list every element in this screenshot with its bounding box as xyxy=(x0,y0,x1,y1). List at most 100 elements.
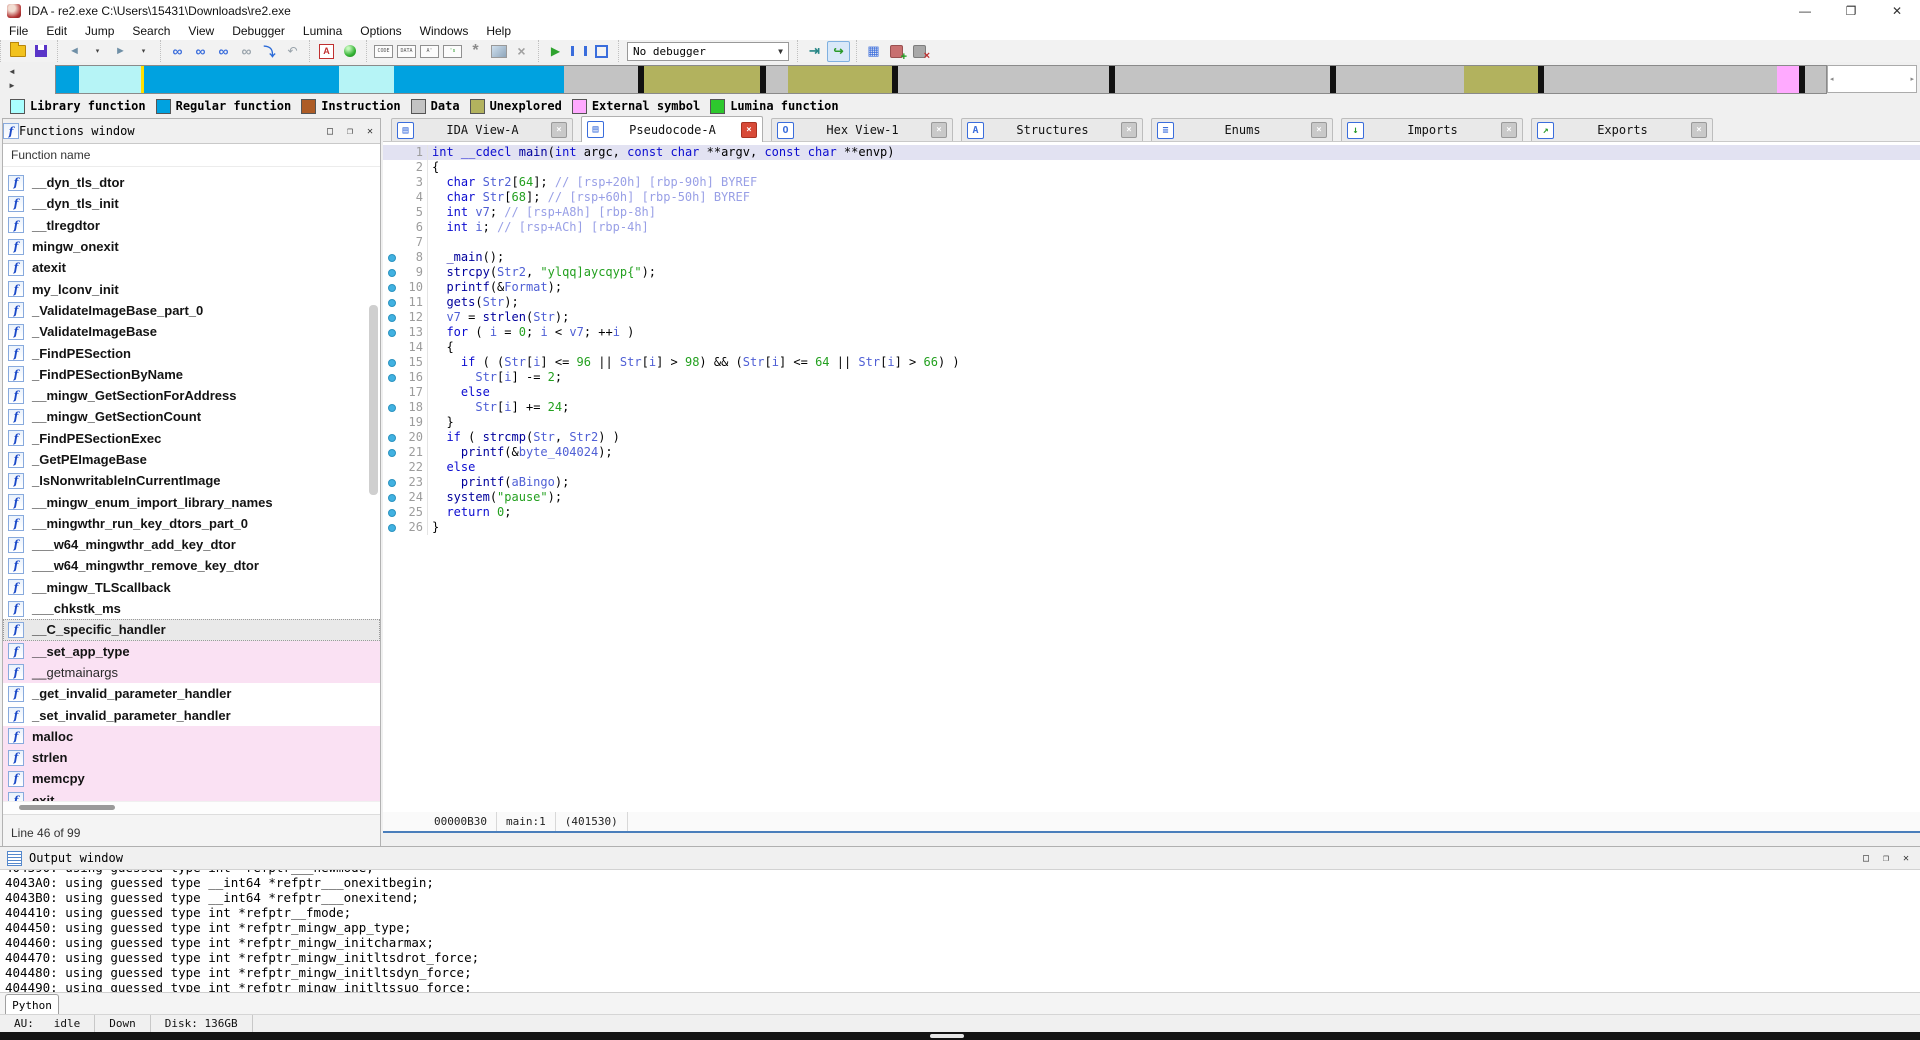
breakpoint-dot[interactable] xyxy=(388,479,396,487)
function-row[interactable]: f__C_specific_handler xyxy=(3,619,380,640)
breakpoint-dot[interactable] xyxy=(388,299,396,307)
breakpoint-gutter[interactable] xyxy=(383,235,400,250)
breakpoint-gutter[interactable] xyxy=(383,340,400,355)
jump-address-icon[interactable]: ⤵ xyxy=(259,42,280,61)
function-row[interactable]: fmy_lconv_init xyxy=(3,278,380,299)
menu-item-help[interactable]: Help xyxy=(477,24,520,38)
tab-close-icon[interactable]: × xyxy=(1501,122,1517,138)
tab-close-icon[interactable]: × xyxy=(1691,122,1707,138)
back-icon[interactable]: ◄ xyxy=(64,42,85,61)
breakpoint-gutter[interactable] xyxy=(383,205,400,220)
minimize-button[interactable]: — xyxy=(1782,0,1828,22)
function-row[interactable]: fstrlen xyxy=(3,747,380,768)
step-into-icon[interactable]: ⇥ xyxy=(804,42,825,61)
open-subviews-icon[interactable]: ▦ xyxy=(863,42,884,61)
tab-close-icon[interactable]: × xyxy=(1121,122,1137,138)
make-code-icon[interactable]: CODE xyxy=(373,42,394,61)
code-line[interactable]: 10 printf(&Format); xyxy=(383,280,1920,295)
function-row[interactable]: f_FindPESectionExec xyxy=(3,428,380,449)
search-value-icon[interactable]: ∞ xyxy=(213,42,234,61)
band-scroll-right-icon[interactable]: ► xyxy=(8,81,16,90)
debugger-select[interactable]: No debugger▼ xyxy=(627,42,789,61)
python-cli-tab[interactable]: Python xyxy=(5,994,59,1015)
forward-menu-icon[interactable]: ▾ xyxy=(133,42,154,61)
output-log[interactable]: 404390: using guessed type int *refptr__… xyxy=(0,870,1920,992)
menu-item-view[interactable]: View xyxy=(179,24,223,38)
function-row[interactable]: f_GetPEImageBase xyxy=(3,449,380,470)
code-line[interactable]: 16 Str[i] -= 2; xyxy=(383,370,1920,385)
function-row[interactable]: f__mingw_GetSectionCount xyxy=(3,406,380,427)
code-line[interactable]: 14 { xyxy=(383,340,1920,355)
debug-stop-icon[interactable] xyxy=(591,42,612,61)
menu-item-lumina[interactable]: Lumina xyxy=(294,24,351,38)
make-string-icon[interactable]: A' xyxy=(419,42,440,61)
lumina-discard-icon[interactable] xyxy=(909,42,930,61)
breakpoint-gutter[interactable] xyxy=(383,505,400,520)
horizontal-scrollbar[interactable] xyxy=(3,801,380,814)
panel-maximize-icon[interactable]: □ xyxy=(320,121,340,141)
function-row[interactable]: f__mingw_GetSectionForAddress xyxy=(3,385,380,406)
function-row[interactable]: f__dyn_tls_init xyxy=(3,193,380,214)
make-image-icon[interactable] xyxy=(488,42,509,61)
function-row[interactable]: f___chkstk_ms xyxy=(3,598,380,619)
function-row[interactable]: f_get_invalid_parameter_handler xyxy=(3,683,380,704)
function-name-column-header[interactable]: Function name xyxy=(3,144,380,167)
code-line[interactable]: 6 int i; // [rsp+ACh] [rbp-4h] xyxy=(383,220,1920,235)
code-line[interactable]: 26} xyxy=(383,520,1920,535)
function-row[interactable]: f___w64_mingwthr_add_key_dtor xyxy=(3,534,380,555)
function-row[interactable]: f_ValidateImageBase xyxy=(3,321,380,342)
tab-ida-view[interactable]: ▤IDA View-A× xyxy=(391,118,573,141)
function-row[interactable]: f__getmainargs xyxy=(3,662,380,683)
pseudocode-view[interactable]: 1int __cdecl main(int argc, const char *… xyxy=(383,142,1920,815)
code-line[interactable]: 20 if ( strcmp(Str, Str2) ) xyxy=(383,430,1920,445)
breakpoint-gutter[interactable] xyxy=(383,370,400,385)
code-line[interactable]: 22 else xyxy=(383,460,1920,475)
menu-item-debugger[interactable]: Debugger xyxy=(223,24,294,38)
code-line[interactable]: 15 if ( (Str[i] <= 96 || Str[i] > 98) &&… xyxy=(383,355,1920,370)
horizontal-scrollbar-thumb[interactable] xyxy=(19,805,115,810)
menu-item-windows[interactable]: Windows xyxy=(411,24,478,38)
function-row[interactable]: f_set_invalid_parameter_handler xyxy=(3,704,380,725)
maximize-button[interactable]: ❐ xyxy=(1828,0,1874,22)
code-line[interactable]: 8 _main(); xyxy=(383,250,1920,265)
tab-hex-view[interactable]: OHex View-1× xyxy=(771,118,953,141)
function-row[interactable]: f_ValidateImageBase_part_0 xyxy=(3,300,380,321)
function-row[interactable]: f__mingw_TLScallback xyxy=(3,577,380,598)
function-row[interactable]: fmalloc xyxy=(3,726,380,747)
make-anterior-icon[interactable]: * xyxy=(465,42,486,61)
tab-close-icon[interactable]: × xyxy=(551,122,567,138)
panel-close-icon[interactable]: ✕ xyxy=(360,121,380,141)
output-float-icon[interactable]: ❐ xyxy=(1876,848,1896,868)
breakpoint-gutter[interactable] xyxy=(383,145,400,160)
code-line[interactable]: 5 int v7; // [rsp+A8h] [rbp-8h] xyxy=(383,205,1920,220)
tab-close-icon[interactable]: × xyxy=(1311,122,1327,138)
tab-close-icon[interactable]: × xyxy=(741,122,757,138)
search-disabled-icon[interactable]: ∞ xyxy=(236,42,257,61)
breakpoint-gutter[interactable] xyxy=(383,415,400,430)
code-line[interactable]: 3 char Str2[64]; // [rsp+20h] [rbp-90h] … xyxy=(383,175,1920,190)
close-button[interactable]: ✕ xyxy=(1874,0,1920,22)
breakpoint-gutter[interactable] xyxy=(383,520,400,535)
make-data-icon[interactable]: DATA xyxy=(396,42,417,61)
code-line[interactable]: 13 for ( i = 0; i < v7; ++i ) xyxy=(383,325,1920,340)
breakpoint-dot[interactable] xyxy=(388,314,396,322)
tab-imports[interactable]: ↓Imports× xyxy=(1341,118,1523,141)
breakpoint-gutter[interactable] xyxy=(383,400,400,415)
breakpoint-gutter[interactable] xyxy=(383,445,400,460)
tab-close-icon[interactable]: × xyxy=(931,122,947,138)
output-window-header[interactable]: Output window □ ❐ ✕ xyxy=(0,847,1920,870)
combo-dropdown-icon[interactable]: ▼ xyxy=(778,47,783,56)
function-row[interactable]: f___w64_mingwthr_remove_key_dtor xyxy=(3,555,380,576)
code-line[interactable]: 19 } xyxy=(383,415,1920,430)
search-code-icon[interactable]: ∞ xyxy=(167,42,188,61)
output-close-icon[interactable]: ✕ xyxy=(1896,848,1916,868)
code-line[interactable]: 4 char Str[68]; // [rsp+60h] [rbp-50h] B… xyxy=(383,190,1920,205)
breakpoint-dot[interactable] xyxy=(388,434,396,442)
code-line[interactable]: 1int __cdecl main(int argc, const char *… xyxy=(383,145,1920,160)
vertical-scrollbar-thumb[interactable] xyxy=(369,305,378,495)
delete-item-icon[interactable]: × xyxy=(511,42,532,61)
band-zoom-left-icon[interactable]: ◂ xyxy=(1830,75,1834,83)
breakpoint-gutter[interactable] xyxy=(383,385,400,400)
breakpoint-dot[interactable] xyxy=(388,359,396,367)
breakpoint-dot[interactable] xyxy=(388,509,396,517)
